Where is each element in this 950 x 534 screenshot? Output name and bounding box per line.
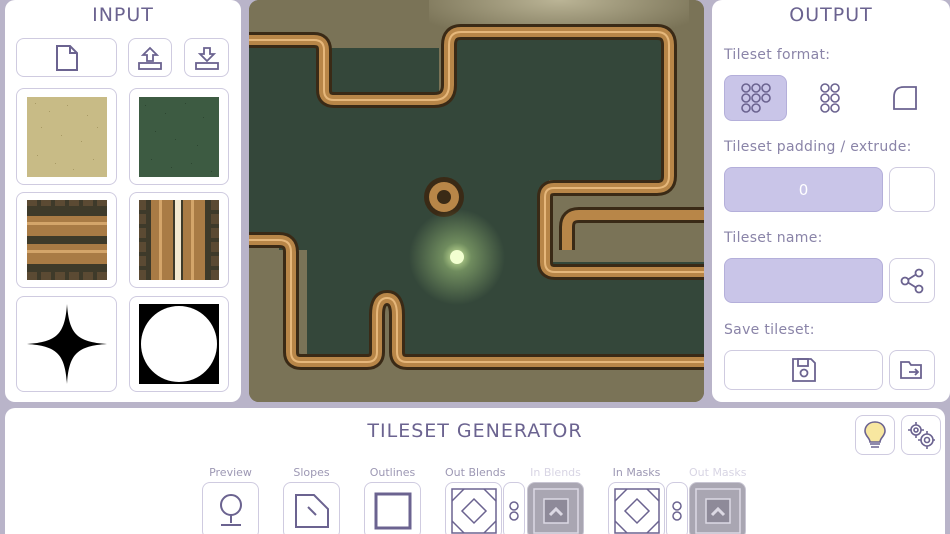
- tool-out-blends-label: Out Blends: [445, 466, 506, 479]
- brick-horizontal-image: [26, 200, 107, 280]
- masks-link-toggle[interactable]: [666, 482, 688, 534]
- input-panel: INPUT: [5, 0, 241, 402]
- brick-vertical-tile[interactable]: [129, 192, 229, 288]
- out-masks-button[interactable]: [689, 482, 746, 534]
- input-title: INPUT: [92, 4, 154, 26]
- tool-in-masks-label: In Masks: [612, 466, 661, 479]
- brick-vertical-image: [139, 200, 219, 280]
- tileset-padding-label: Tileset padding / extrude:: [724, 139, 912, 155]
- extrude-toggle[interactable]: [889, 167, 935, 212]
- sand-texture-tile[interactable]: [16, 88, 117, 185]
- in-masks-icon: [613, 487, 660, 534]
- slopes-button[interactable]: [283, 482, 340, 534]
- tool-in-blends-label: In Blends: [530, 466, 581, 479]
- star-shape-tile[interactable]: [16, 296, 117, 392]
- save-button[interactable]: [724, 350, 883, 390]
- export-button[interactable]: [184, 38, 229, 77]
- lightbulb-icon: [864, 421, 886, 448]
- grid-3x3-icon: [740, 83, 771, 113]
- circle-shape-tile[interactable]: [129, 296, 229, 392]
- tileset-format-label: Tileset format:: [724, 47, 831, 63]
- new-file-button[interactable]: [16, 38, 117, 77]
- outlines-icon: [374, 492, 411, 529]
- tool-slopes[interactable]: Slopes: [283, 466, 340, 534]
- tool-slopes-label: Slopes: [293, 466, 330, 479]
- grass-texture-image: [139, 96, 219, 177]
- link-icon: [672, 500, 682, 521]
- generator-title: TILESET GENERATOR: [367, 420, 583, 442]
- out-masks-icon: [694, 487, 741, 534]
- format-grid-full-button[interactable]: [724, 75, 787, 121]
- tileset-name-input[interactable]: [724, 258, 883, 303]
- import-button[interactable]: [128, 38, 172, 77]
- out-blends-button[interactable]: [445, 482, 502, 534]
- tool-outlines-label: Outlines: [369, 466, 416, 479]
- sand-texture-image: [26, 96, 107, 177]
- output-panel: OUTPUT Tileset format: Tileset padding /…: [712, 0, 950, 402]
- preview-button[interactable]: [202, 482, 259, 534]
- blends-link-toggle[interactable]: [503, 482, 525, 534]
- export-icon: [194, 46, 219, 70]
- gears-icon: [908, 422, 935, 449]
- circle-shape-image: [139, 304, 219, 384]
- tool-in-masks[interactable]: In Masks: [608, 466, 665, 534]
- grass-texture-tile[interactable]: [129, 88, 229, 185]
- save-tileset-label: Save tileset:: [724, 322, 815, 338]
- share-button[interactable]: [889, 258, 935, 303]
- tool-in-blends[interactable]: In Blends: [527, 466, 584, 534]
- outlines-button[interactable]: [364, 482, 421, 534]
- single-tile-icon: [892, 86, 917, 110]
- out-blends-icon: [450, 487, 497, 534]
- in-masks-button[interactable]: [608, 482, 665, 534]
- open-folder-button[interactable]: [889, 350, 935, 390]
- brick-horizontal-tile[interactable]: [16, 192, 117, 288]
- format-single-button[interactable]: [877, 75, 932, 121]
- new-file-icon: [55, 44, 78, 71]
- grid-2x3-icon: [819, 83, 840, 113]
- tool-out-masks[interactable]: Out Masks: [689, 466, 747, 534]
- hint-button[interactable]: [855, 415, 895, 455]
- folder-open-icon: [900, 361, 922, 379]
- preview-icon: [219, 493, 242, 526]
- tileset-preview-viewport[interactable]: [249, 0, 704, 402]
- tool-out-blends[interactable]: Out Blends: [445, 466, 506, 534]
- in-blends-button[interactable]: [527, 482, 584, 534]
- output-title: OUTPUT: [789, 4, 873, 26]
- tool-out-masks-label: Out Masks: [689, 466, 747, 479]
- share-icon: [900, 268, 924, 293]
- tool-outlines[interactable]: Outlines: [364, 466, 421, 534]
- star-shape-image: [26, 304, 107, 384]
- level-preview-image: [249, 0, 704, 402]
- floppy-disk-icon: [791, 358, 816, 382]
- tool-preview-label: Preview: [209, 466, 252, 479]
- tileset-padding-input[interactable]: 0: [724, 167, 883, 212]
- link-icon: [509, 500, 519, 521]
- slopes-icon: [294, 493, 329, 528]
- tool-preview[interactable]: Preview: [202, 466, 259, 534]
- tileset-name-label: Tileset name:: [724, 230, 823, 246]
- settings-button[interactable]: [901, 415, 941, 455]
- format-grid-compact-button[interactable]: [802, 75, 857, 121]
- in-blends-icon: [532, 487, 579, 534]
- import-icon: [138, 46, 162, 70]
